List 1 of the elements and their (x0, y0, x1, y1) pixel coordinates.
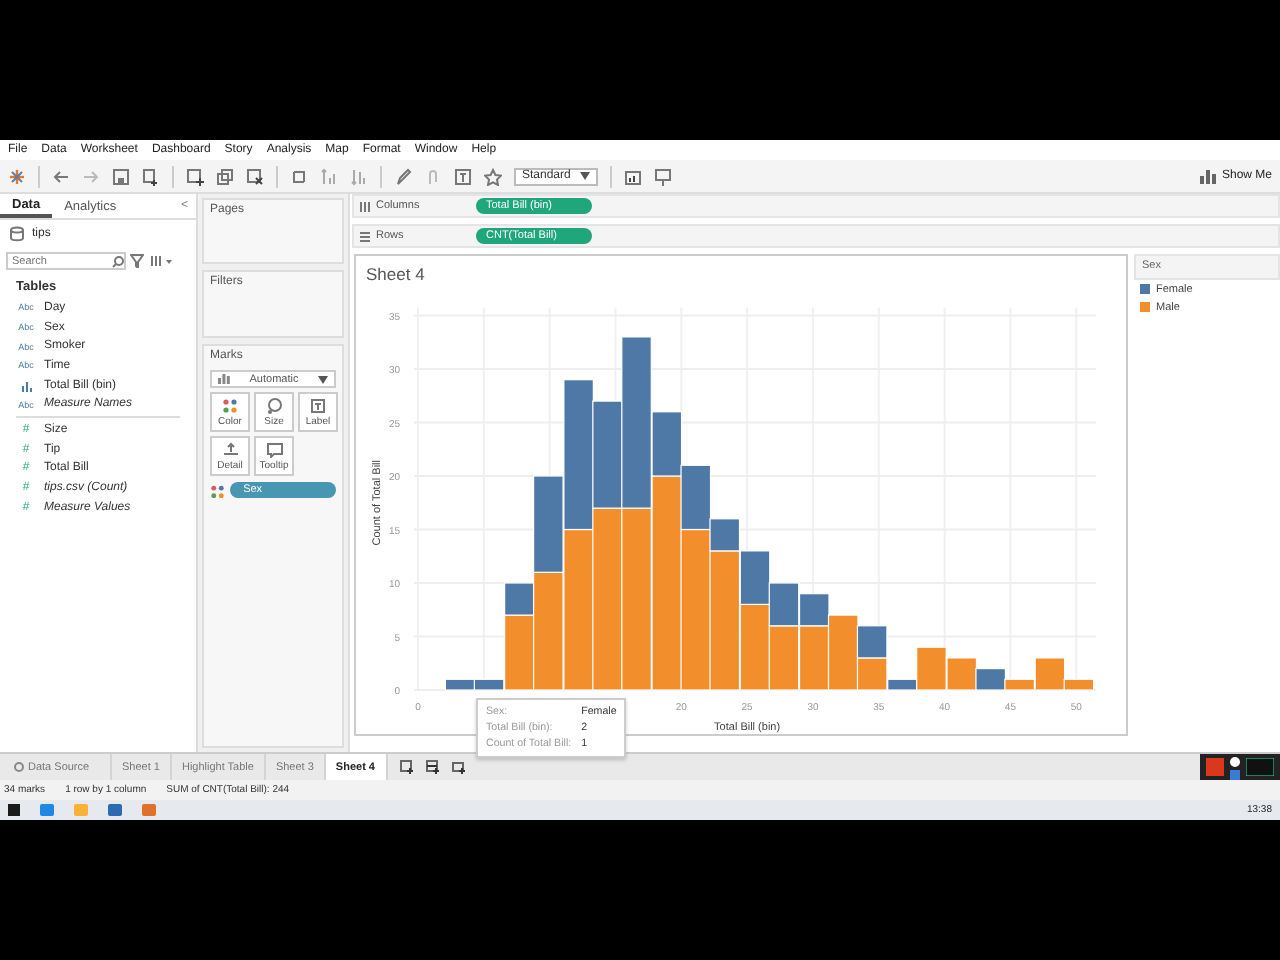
sheet-title: Sheet 4 (364, 262, 427, 288)
